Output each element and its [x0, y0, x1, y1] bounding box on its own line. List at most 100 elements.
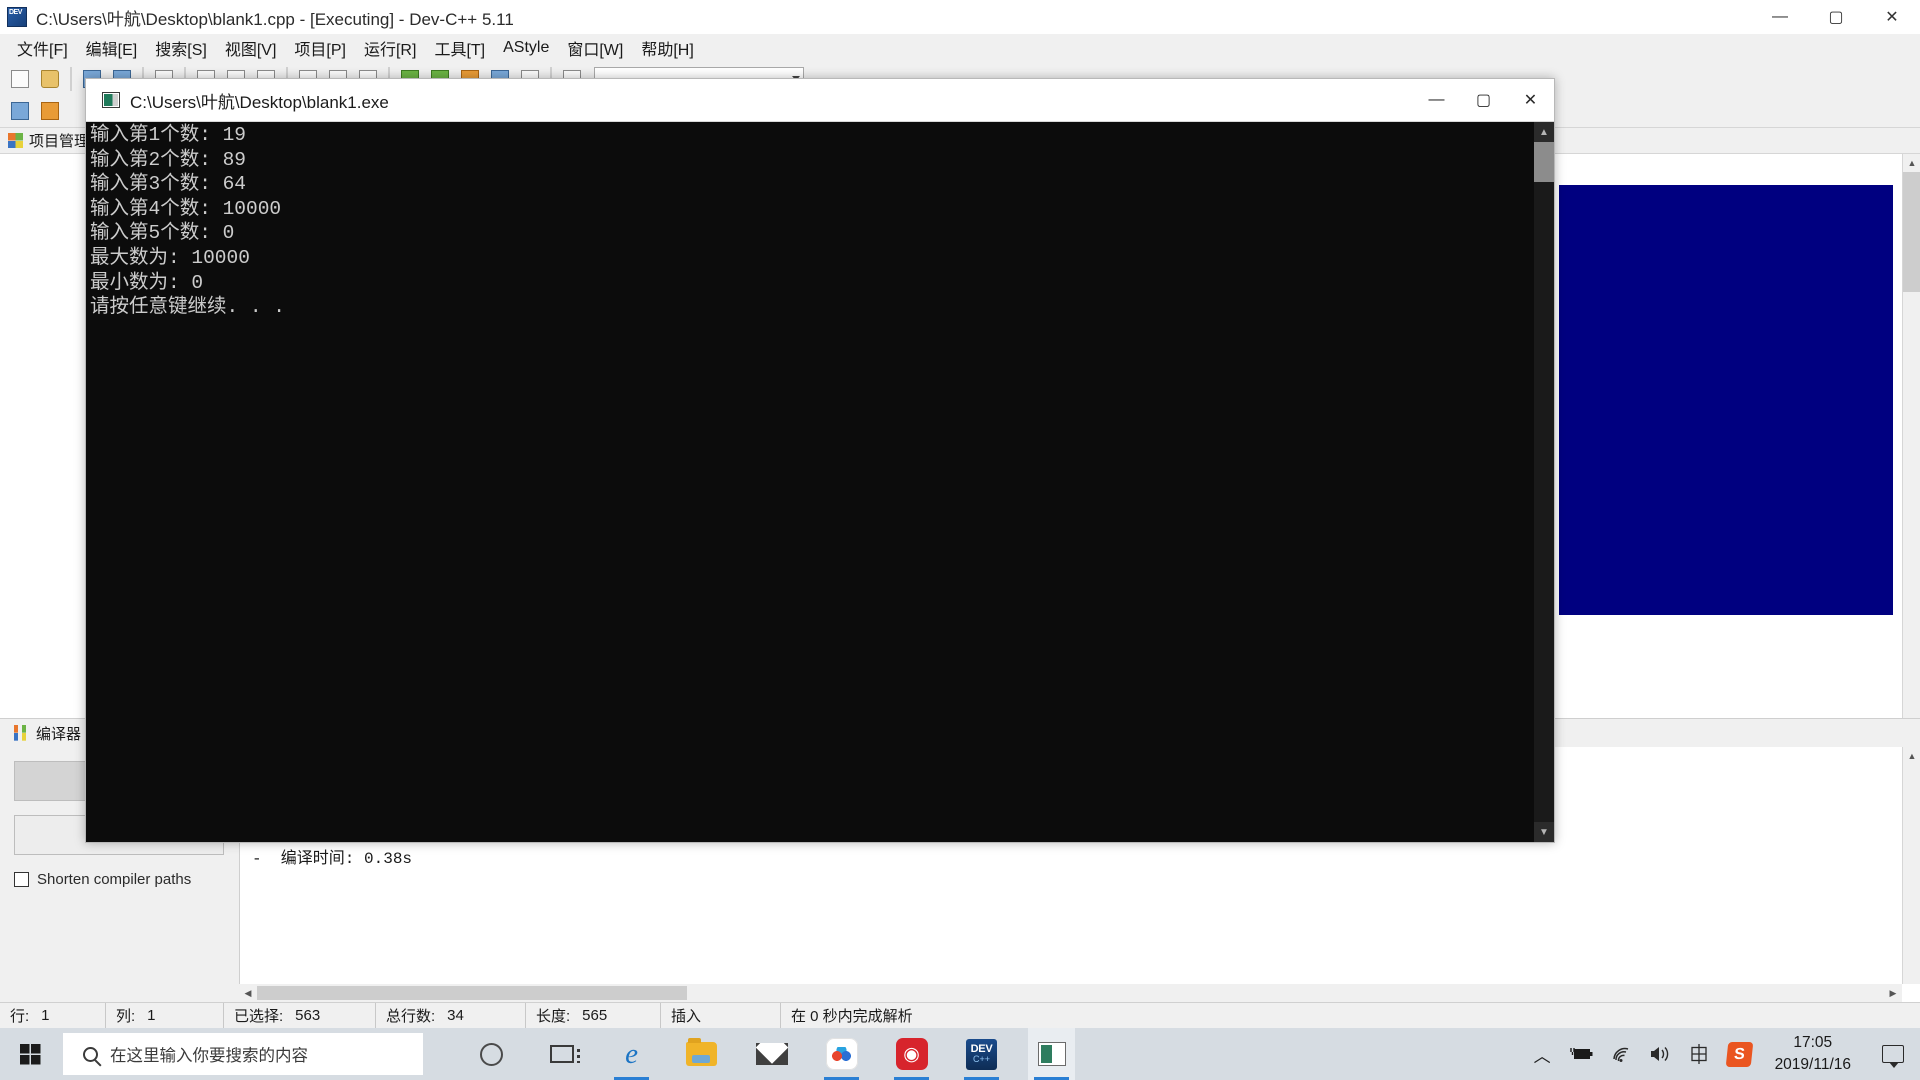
hscroll-thumb[interactable]: [257, 986, 687, 1000]
search-icon: [83, 1047, 98, 1062]
compiler-log-horizontal-scrollbar[interactable]: ◀ ▶: [239, 984, 1902, 1002]
scroll-up-icon[interactable]: ▲: [1534, 122, 1554, 142]
console-titlebar: C:\Users\叶航\Desktop\blank1.exe — ▢ ✕: [86, 79, 1554, 121]
console-window-title: C:\Users\叶航\Desktop\blank1.exe: [130, 88, 389, 113]
clock-time: 17:05: [1775, 1032, 1851, 1054]
taskbar-clock[interactable]: 17:05 2019/11/16: [1769, 1032, 1857, 1077]
mail-icon: [756, 1043, 788, 1065]
clock-date: 2019/11/16: [1775, 1054, 1851, 1076]
taskbar-item-task-view[interactable]: [538, 1028, 585, 1080]
ide-close-button[interactable]: ✕: [1864, 0, 1920, 34]
status-parse-info: 在 0 秒内完成解析: [780, 1003, 1920, 1029]
project-panel-label: 项目管理: [29, 130, 89, 151]
console-app-icon: [102, 92, 120, 108]
open-file-button[interactable]: [36, 65, 64, 92]
add-to-project-button[interactable]: [36, 97, 64, 124]
windows-taskbar: 在这里输入你要搜索的内容 e ◉: [0, 1028, 1920, 1080]
ide-maximize-button[interactable]: ▢: [1808, 0, 1864, 34]
menu-tools[interactable]: 工具[T]: [425, 33, 494, 63]
editor-vertical-scrollbar[interactable]: ▲: [1902, 154, 1920, 797]
taskbar-item-console-app[interactable]: [1028, 1028, 1075, 1080]
windows-logo-icon: [20, 1044, 41, 1065]
battery-icon[interactable]: [1568, 1046, 1594, 1062]
status-total-lines-value: 34: [447, 1007, 464, 1024]
ime-chinese-icon[interactable]: [1688, 1043, 1710, 1065]
taskbar-item-cortana[interactable]: [468, 1028, 515, 1080]
sogou-input-icon[interactable]: S: [1725, 1042, 1753, 1067]
start-button[interactable]: [0, 1028, 60, 1080]
console-vertical-scrollbar[interactable]: ▲ ▼: [1534, 122, 1554, 842]
menu-edit[interactable]: 编辑[E]: [77, 33, 147, 63]
battery-svg: [1568, 1046, 1594, 1062]
console-close-button[interactable]: ✕: [1507, 79, 1554, 121]
menu-search[interactable]: 搜索[S]: [146, 33, 216, 63]
status-line-label: 行:: [10, 1005, 29, 1026]
compiler-icon: [14, 725, 30, 741]
status-length: 长度: 565: [525, 1003, 660, 1029]
console-window-controls: — ▢ ✕: [1413, 79, 1554, 121]
menu-project[interactable]: 项目[P]: [285, 33, 355, 63]
taskbar-item-baidu-netdisk[interactable]: [818, 1028, 865, 1080]
console-body[interactable]: 输入第1个数: 19 输入第2个数: 89 输入第3个数: 64 输入第4个数:…: [86, 121, 1554, 842]
status-insert-mode: 插入: [660, 1003, 780, 1029]
status-total-lines: 总行数: 34: [375, 1003, 525, 1029]
taskbar-app-list: e ◉ DEV C++: [468, 1028, 1075, 1080]
console-minimize-button[interactable]: —: [1413, 79, 1460, 121]
status-length-label: 长度:: [536, 1005, 570, 1026]
volume-icon[interactable]: [1649, 1045, 1671, 1063]
system-tray: ︿: [1534, 1032, 1920, 1077]
menu-file[interactable]: 文件[F]: [8, 33, 77, 63]
scroll-left-icon[interactable]: ◀: [239, 984, 257, 1002]
taskbar-item-netease-music[interactable]: ◉: [888, 1028, 935, 1080]
project-manager-icon: [8, 133, 23, 148]
status-selected: 已选择: 563: [223, 1003, 375, 1029]
insert-snippet-button[interactable]: [6, 97, 34, 124]
new-file-button[interactable]: [6, 65, 34, 92]
editor-selection-highlight: [1559, 185, 1893, 615]
ide-window-title: C:\Users\叶航\Desktop\blank1.cpp - [Execut…: [36, 5, 514, 30]
checkbox-box-icon: [14, 872, 29, 887]
menu-view[interactable]: 视图[V]: [216, 33, 286, 63]
taskbar-search-input[interactable]: 在这里输入你要搜索的内容: [63, 1033, 423, 1075]
console-window[interactable]: C:\Users\叶航\Desktop\blank1.exe — ▢ ✕ 输入第…: [85, 78, 1555, 843]
console-output-text: 输入第1个数: 19 输入第2个数: 89 输入第3个数: 64 输入第4个数:…: [88, 123, 1532, 842]
menu-window[interactable]: 窗口[W]: [558, 33, 632, 63]
menu-run[interactable]: 运行[R]: [355, 33, 425, 63]
menu-help[interactable]: 帮助[H]: [632, 33, 702, 63]
ide-titlebar: C:\Users\叶航\Desktop\blank1.cpp - [Execut…: [0, 0, 1920, 34]
cortana-icon: [480, 1043, 503, 1066]
scroll-right-icon[interactable]: ▶: [1884, 984, 1902, 1002]
taskbar-item-mail[interactable]: [748, 1028, 795, 1080]
taskbar-item-file-explorer[interactable]: [678, 1028, 725, 1080]
console-scroll-thumb[interactable]: [1534, 142, 1554, 182]
menu-astyle[interactable]: AStyle: [494, 36, 558, 60]
scroll-up-icon[interactable]: ▲: [1903, 747, 1920, 765]
shorten-compiler-paths-checkbox[interactable]: Shorten compiler paths: [14, 871, 238, 888]
console-maximize-button[interactable]: ▢: [1460, 79, 1507, 121]
music-icon: ◉: [896, 1038, 928, 1070]
status-total-lines-label: 总行数:: [386, 1005, 435, 1026]
taskbar-item-microsoft-edge[interactable]: e: [608, 1028, 655, 1080]
shorten-compiler-paths-label: Shorten compiler paths: [37, 871, 191, 888]
editor-scroll-thumb[interactable]: [1903, 172, 1920, 292]
toolbar-row-bottom: [6, 97, 64, 124]
scroll-up-icon[interactable]: ▲: [1903, 154, 1920, 172]
dev-cpp-icon-sublabel: C++: [973, 1055, 990, 1064]
dev-cpp-icon: DEV C++: [966, 1039, 997, 1070]
taskbar-item-dev-cpp[interactable]: DEV C++: [958, 1028, 1005, 1080]
scroll-down-icon[interactable]: ▼: [1534, 822, 1554, 842]
show-hidden-icons-chevron-icon[interactable]: ︿: [1534, 1042, 1551, 1067]
wifi-svg: [1611, 1046, 1632, 1063]
status-column-label: 列:: [116, 1005, 135, 1026]
status-line-value: 1: [41, 1007, 49, 1024]
status-parse-info-label: 在 0 秒内完成解析: [791, 1005, 913, 1026]
status-selected-label: 已选择:: [234, 1005, 283, 1026]
network-wifi-icon[interactable]: [1611, 1046, 1632, 1063]
edge-icon: e: [617, 1039, 647, 1069]
cloud-icon: [826, 1038, 858, 1070]
ide-minimize-button[interactable]: —: [1752, 0, 1808, 34]
compiler-log-vertical-scrollbar[interactable]: ▲: [1902, 747, 1920, 984]
status-line: 行: 1: [0, 1003, 105, 1029]
search-placeholder-text: 在这里输入你要搜索的内容: [110, 1042, 308, 1066]
action-center-icon[interactable]: [1882, 1045, 1904, 1063]
